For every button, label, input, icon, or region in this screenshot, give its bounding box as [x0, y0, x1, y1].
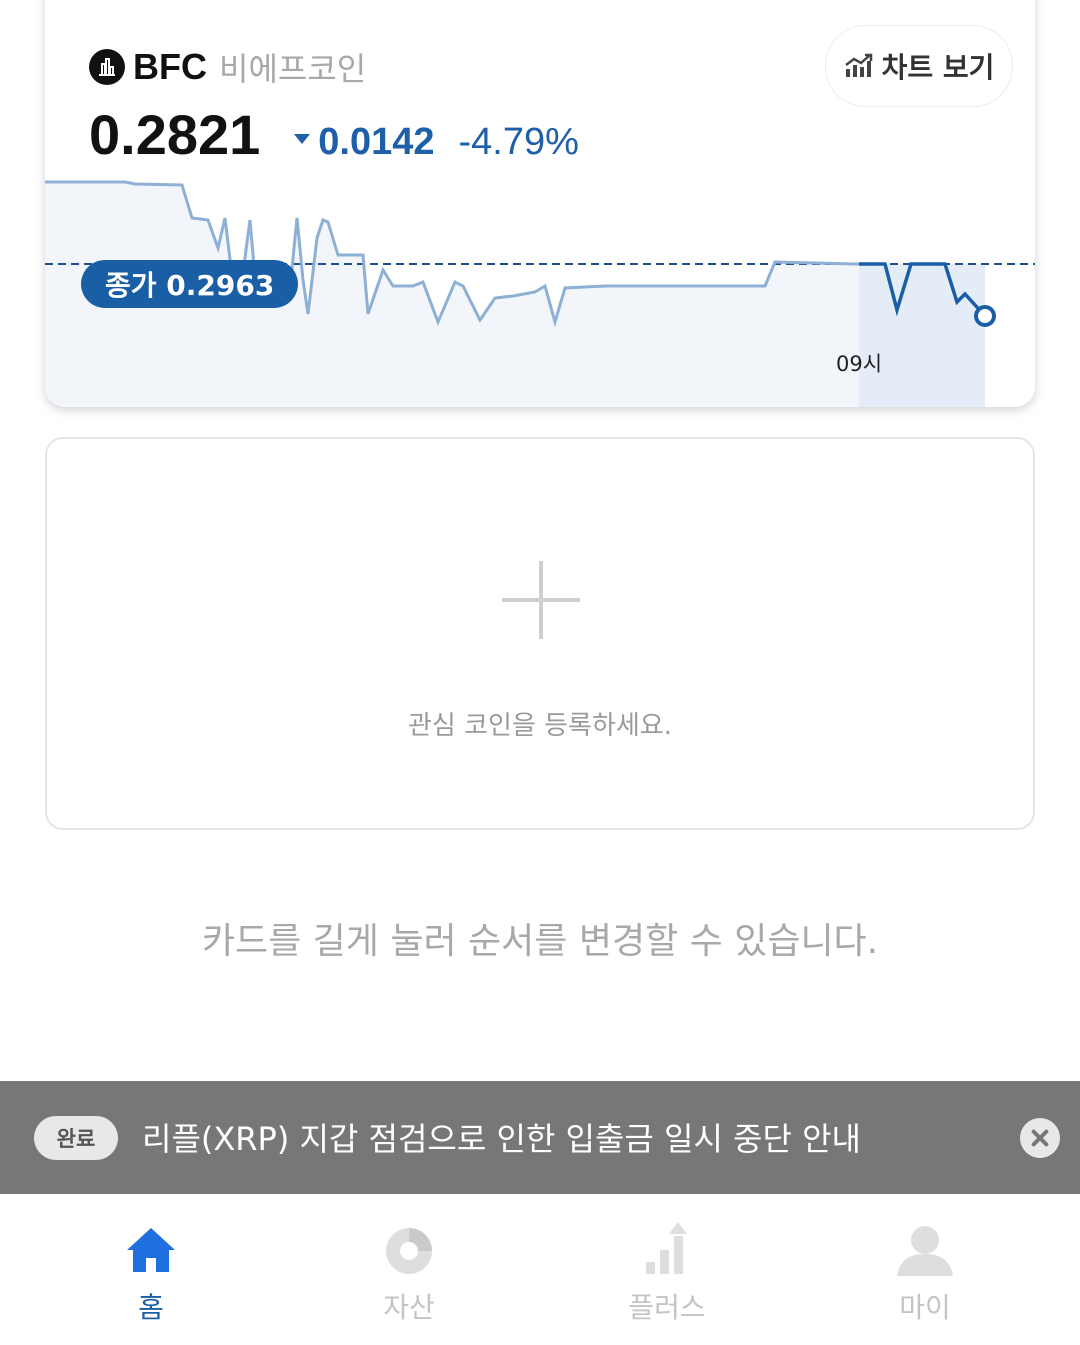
pie-chart-icon [386, 1228, 432, 1274]
growth-chart-icon [646, 1222, 687, 1274]
price-change: 0.0142 [318, 121, 435, 163]
tab-assets[interactable]: 자산 [280, 1194, 538, 1345]
coin-header: BFC 비에프코인 [89, 44, 366, 90]
notice-text[interactable]: 리플(XRP) 지갑 점검으로 인한 입출금 일시 중단 안내 [142, 1114, 861, 1160]
tab-assets-label: 자산 [383, 1291, 435, 1324]
tab-plus[interactable]: 플러스 [538, 1194, 796, 1345]
view-chart-label: 차트 보기 [881, 51, 995, 84]
close-icon[interactable] [1020, 1118, 1060, 1158]
bottom-tab-bar: 홈 자산 플러스 마이 [0, 1194, 1080, 1345]
bfc-logo-icon [89, 49, 125, 85]
add-watchlist-card[interactable]: 관심 코인을 등록하세요. [45, 437, 1035, 830]
down-arrow-icon [294, 134, 311, 144]
home-icon [127, 1228, 175, 1272]
tab-plus-label: 플러스 [628, 1291, 706, 1324]
time-axis-label: 09시 [836, 352, 883, 376]
tab-home[interactable]: 홈 [22, 1194, 280, 1345]
previous-close-badge: 종가 0.2963 [81, 260, 299, 308]
coin-symbol: BFC [133, 46, 207, 87]
current-price: 0.2821 [89, 103, 261, 166]
price-change-percent: -4.79% [458, 121, 579, 163]
reorder-hint: 카드를 길게 눌러 순서를 변경할 수 있습니다. [201, 921, 879, 962]
notice-banner[interactable]: 완료 리플(XRP) 지갑 점검으로 인한 입출금 일시 중단 안내 [0, 1081, 1080, 1194]
coin-card[interactable]: BFC 비에프코인 0.2821 0.0142 -4.79% 차트 보기 종가 … [45, 0, 1035, 407]
current-price-dot [974, 305, 996, 327]
tab-my[interactable]: 마이 [796, 1194, 1054, 1345]
chart-icon [844, 53, 872, 77]
view-chart-button[interactable]: 차트 보기 [825, 25, 1013, 107]
plus-icon [502, 561, 580, 639]
add-watchlist-text: 관심 코인을 등록하세요. [408, 711, 672, 741]
tab-my-label: 마이 [899, 1291, 951, 1324]
price-row: 0.2821 0.0142 -4.79% [89, 102, 579, 167]
user-icon [897, 1226, 953, 1276]
coin-name: 비에프코인 [219, 50, 367, 88]
notice-status-badge: 완료 [34, 1116, 118, 1160]
tab-home-label: 홈 [138, 1291, 164, 1324]
